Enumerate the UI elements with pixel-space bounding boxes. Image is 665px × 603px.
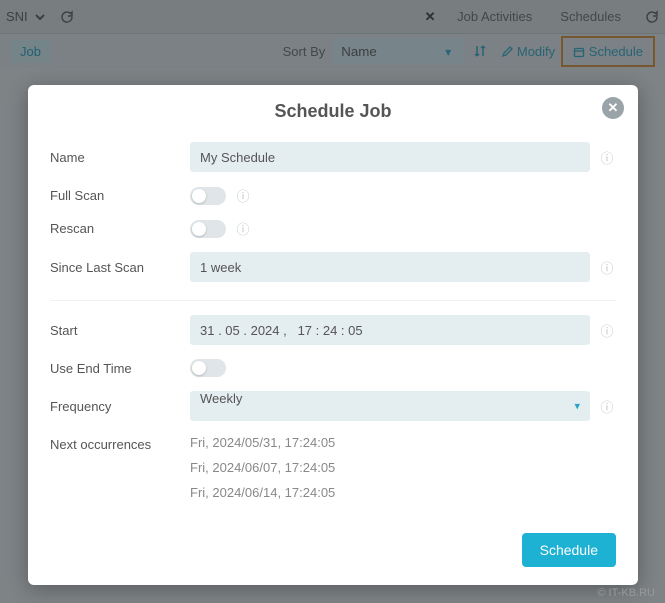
schedule-submit-button[interactable]: Schedule xyxy=(522,533,616,567)
divider xyxy=(50,300,616,301)
start-input[interactable] xyxy=(190,315,590,345)
label-start: Start xyxy=(50,323,190,338)
watermark: © IT-KB.RU xyxy=(597,587,655,599)
schedule-job-modal: ✕ Schedule Job Name ⓘ Full Scan ⓘ Rescan… xyxy=(28,85,638,585)
since-last-input[interactable] xyxy=(190,252,590,282)
label-rescan: Rescan xyxy=(50,221,190,236)
label-next-occurrences: Next occurrences xyxy=(50,435,190,500)
use-end-toggle[interactable] xyxy=(190,359,226,377)
label-name: Name xyxy=(50,150,190,165)
label-since-last: Since Last Scan xyxy=(50,260,190,275)
close-modal-button[interactable]: ✕ xyxy=(602,97,624,119)
info-icon[interactable]: ⓘ xyxy=(598,397,616,416)
rescan-toggle[interactable] xyxy=(190,220,226,238)
occurrence-item: Fri, 2024/05/31, 17:24:05 xyxy=(190,435,335,450)
info-icon[interactable]: ⓘ xyxy=(234,186,252,205)
frequency-select[interactable]: Weekly ▾ xyxy=(190,391,590,421)
occurrences-list: Fri, 2024/05/31, 17:24:05 Fri, 2024/06/0… xyxy=(190,435,335,500)
info-icon[interactable]: ⓘ xyxy=(598,148,616,167)
label-use-end: Use End Time xyxy=(50,361,190,376)
label-frequency: Frequency xyxy=(50,399,190,414)
modal-title: Schedule Job xyxy=(50,101,616,122)
label-full-scan: Full Scan xyxy=(50,188,190,203)
occurrence-item: Fri, 2024/06/14, 17:24:05 xyxy=(190,485,335,500)
full-scan-toggle[interactable] xyxy=(190,187,226,205)
occurrence-item: Fri, 2024/06/07, 17:24:05 xyxy=(190,460,335,475)
frequency-value: Weekly xyxy=(200,391,242,406)
name-input[interactable] xyxy=(190,142,590,172)
info-icon[interactable]: ⓘ xyxy=(598,321,616,340)
info-icon[interactable]: ⓘ xyxy=(598,258,616,277)
info-icon[interactable]: ⓘ xyxy=(234,219,252,238)
chevron-down-icon: ▾ xyxy=(574,400,580,413)
